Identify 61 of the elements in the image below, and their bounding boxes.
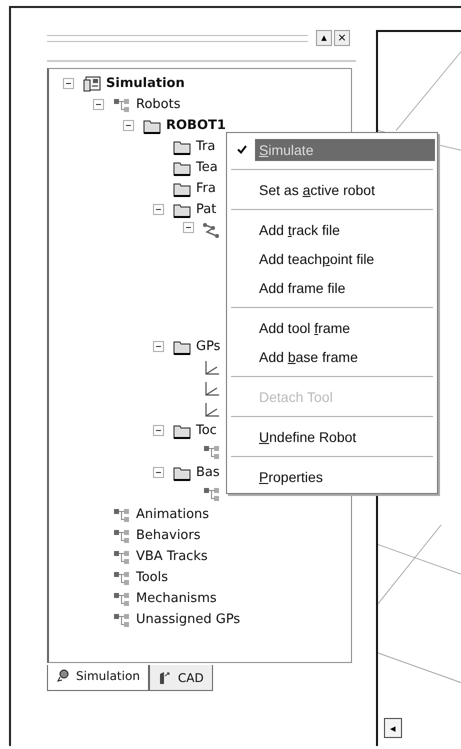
tree-item[interactable]: Behaviors (136, 528, 200, 543)
panel-tab[interactable]: CAD (148, 665, 213, 691)
tree-item[interactable]: Bas (196, 465, 220, 480)
folder-icon (173, 464, 191, 480)
tree-item[interactable]: Tools (136, 570, 168, 585)
tree-item[interactable]: Pat (196, 202, 216, 217)
path-icon (203, 222, 221, 238)
collapse-toggle[interactable] (183, 222, 194, 233)
menu-item[interactable]: Add base frame (229, 342, 435, 371)
tree-item[interactable]: Animations (136, 507, 210, 522)
collapse-toggle[interactable] (93, 99, 104, 110)
tree-item[interactable]: GPs (196, 339, 220, 354)
collapse-toggle[interactable] (63, 78, 74, 89)
hierarchy-icon (113, 590, 131, 606)
folder-icon (173, 138, 191, 154)
collapse-toggle[interactable] (153, 341, 164, 352)
cad-icon (158, 670, 172, 684)
folder-icon (173, 422, 191, 438)
axes-icon (203, 402, 221, 418)
menu-item[interactable]: Undefine Robot (229, 422, 435, 451)
tree-item[interactable]: Toc (196, 423, 217, 438)
panel-tab[interactable]: Simulation (47, 665, 149, 691)
tree-item[interactable]: Robots (136, 97, 180, 112)
tree-item[interactable]: Unassigned GPs (136, 612, 240, 627)
menu-item[interactable]: Add frame file (229, 273, 435, 302)
axes-icon (203, 380, 221, 396)
hierarchy-icon (113, 96, 131, 112)
collapse-toggle[interactable] (153, 204, 164, 215)
tree-item[interactable]: Tra (196, 139, 216, 154)
tree-item[interactable]: Tea (196, 160, 218, 175)
folder-icon (173, 338, 191, 354)
hierarchy-icon (203, 486, 221, 502)
hierarchy-icon (113, 548, 131, 564)
hierarchy-icon (113, 612, 131, 628)
pin-icon (56, 669, 70, 683)
panel-header-button[interactable]: × (334, 30, 350, 46)
collapse-toggle[interactable] (153, 467, 164, 478)
hierarchy-icon (203, 444, 221, 460)
tree-item[interactable]: Mechanisms (136, 591, 217, 606)
panel-header-button[interactable]: ▴ (316, 30, 332, 46)
simulation-icon (83, 76, 101, 92)
menu-item[interactable]: Properties (229, 462, 435, 491)
collapse-toggle[interactable] (123, 120, 134, 131)
axes-icon (203, 360, 221, 376)
folder-icon (173, 202, 191, 218)
folder-icon (143, 118, 161, 134)
hierarchy-icon (113, 528, 131, 544)
collapse-toggle[interactable] (153, 425, 164, 436)
hierarchy-icon (113, 570, 131, 586)
tree-item[interactable]: Fra (196, 181, 216, 196)
menu-item[interactable]: Add track file (229, 215, 435, 244)
tree-item[interactable]: VBA Tracks (136, 549, 208, 564)
hierarchy-icon (113, 506, 131, 522)
folder-icon (173, 160, 191, 176)
menu-item[interactable]: Add tool frame (229, 313, 435, 342)
menu-item[interactable]: Add teachpoint file (229, 244, 435, 273)
scroll-left-button[interactable]: ◂ (384, 718, 402, 738)
tree-item[interactable]: Simulation (106, 76, 185, 91)
tree-item[interactable]: ROBOT1 (166, 118, 226, 133)
menu-item[interactable]: Set as active robot (229, 175, 435, 204)
folder-icon (173, 180, 191, 196)
